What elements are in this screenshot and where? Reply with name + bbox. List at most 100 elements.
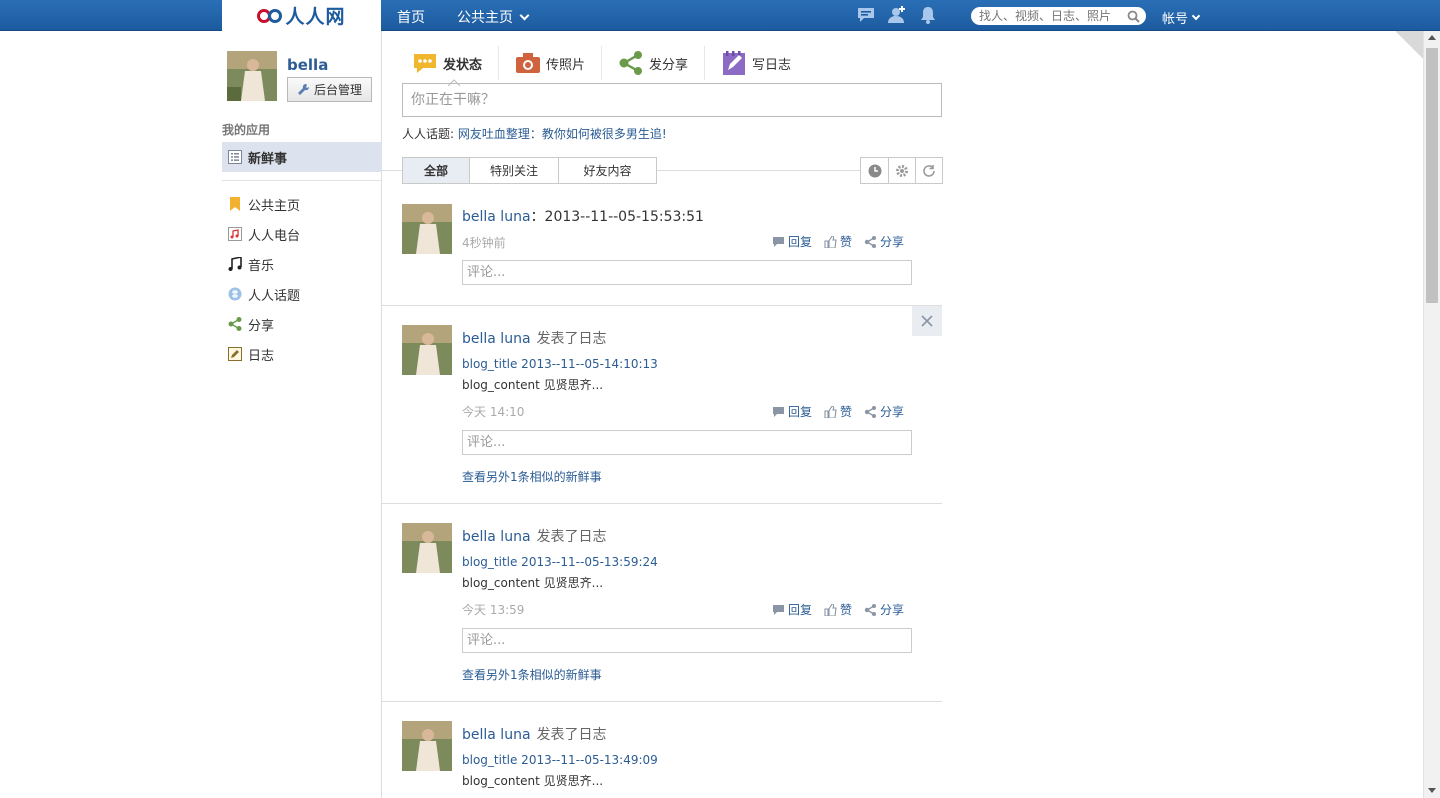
account-menu[interactable]: 帐号 bbox=[1162, 8, 1201, 27]
sidebar-item-radio[interactable]: 人人电台 bbox=[222, 219, 382, 249]
tab-write-blog[interactable]: 写日志 bbox=[704, 46, 807, 80]
notification-bell-icon[interactable] bbox=[918, 6, 938, 24]
admin-manage-button[interactable]: 后台管理 bbox=[287, 77, 372, 102]
tab-upload-photo[interactable]: 传照片 bbox=[498, 46, 601, 80]
camera-icon bbox=[516, 53, 541, 73]
messages-icon[interactable] bbox=[856, 6, 876, 24]
account-label: 帐号 bbox=[1162, 12, 1189, 27]
author-line: bella luna 发表了日志 bbox=[462, 526, 607, 546]
settings-button[interactable] bbox=[888, 158, 915, 183]
publisher-tabs: 发状态 传照片 发分享 写日志 bbox=[402, 46, 807, 80]
comment-input[interactable]: 评论... bbox=[462, 260, 912, 285]
tab-label: 发分享 bbox=[649, 57, 689, 73]
timeline-button[interactable] bbox=[861, 158, 888, 183]
sidebar-item-share[interactable]: 分享 bbox=[222, 309, 382, 339]
like-button[interactable]: 赞 bbox=[824, 233, 852, 250]
sidebar-item-blog[interactable]: 日志 bbox=[222, 339, 382, 369]
topic-icon bbox=[228, 287, 242, 301]
like-label: 赞 bbox=[840, 603, 853, 617]
author-name[interactable]: bella luna bbox=[462, 331, 531, 347]
topic-link[interactable]: 网友吐血整理：教你如何被很多男生追! bbox=[458, 127, 667, 141]
author-line: bella luna：2013--11--05-15:53:51 bbox=[462, 206, 704, 226]
author-avatar[interactable] bbox=[402, 325, 452, 375]
sidebar-item-topic[interactable]: 人人话题 bbox=[222, 279, 382, 309]
hide-feed-button[interactable] bbox=[912, 306, 942, 336]
left-sidebar: bella 后台管理 我的应用 新鲜事 公共主页 人人电台 音乐 人人话题 分享… bbox=[222, 31, 382, 798]
filter-all[interactable]: 全部 bbox=[403, 158, 469, 183]
comment-input[interactable]: 评论... bbox=[462, 430, 912, 455]
logo-text: 人人网 bbox=[285, 6, 346, 28]
profile-avatar[interactable] bbox=[227, 51, 277, 101]
nav-public-page-menu[interactable]: 公共主页 bbox=[457, 7, 530, 27]
bookmark-icon bbox=[230, 197, 240, 211]
share-label: 分享 bbox=[880, 405, 905, 419]
sidebar-item-public-page[interactable]: 公共主页 bbox=[222, 189, 382, 219]
feed-item: bella luna：2013--11--05-15:53:51 4秒钟前 回复… bbox=[382, 187, 942, 306]
like-label: 赞 bbox=[840, 405, 853, 419]
comment-icon bbox=[773, 406, 784, 417]
similar-feeds-link[interactable]: 查看另外1条相似的新鲜事 bbox=[462, 666, 602, 683]
feed-action-text: 发表了日志 bbox=[536, 331, 607, 347]
author-avatar[interactable] bbox=[402, 204, 452, 254]
blog-title-link[interactable]: blog_title 2013--11--05-13:59:24 bbox=[462, 555, 658, 569]
status-input[interactable]: 你正在干嘛？ bbox=[402, 83, 942, 117]
search-icon[interactable] bbox=[1127, 10, 1140, 23]
sidebar-item-label: 分享 bbox=[248, 318, 275, 334]
author-name[interactable]: bella luna bbox=[462, 529, 531, 545]
filter-friend-content[interactable]: 好友内容 bbox=[558, 158, 656, 183]
search-input[interactable] bbox=[979, 7, 1122, 25]
author-avatar[interactable] bbox=[402, 721, 452, 771]
reply-label: 回复 bbox=[788, 405, 813, 419]
sidebar-item-label: 人人电台 bbox=[248, 228, 301, 244]
reply-button[interactable]: 回复 bbox=[772, 233, 812, 250]
refresh-icon bbox=[923, 164, 935, 177]
refresh-button[interactable] bbox=[915, 158, 942, 183]
sidebar-item-news-feed[interactable]: 新鲜事 bbox=[222, 142, 382, 172]
like-button[interactable]: 赞 bbox=[824, 403, 852, 420]
author-avatar[interactable] bbox=[402, 523, 452, 573]
blog-title-link[interactable]: blog_title 2013--11--05-14:10:13 bbox=[462, 357, 658, 371]
sidebar-item-music[interactable]: 音乐 bbox=[222, 249, 382, 279]
radio-icon bbox=[228, 227, 242, 241]
blog-title-link[interactable]: blog_title 2013--11--05-13:49:09 bbox=[462, 753, 658, 767]
sidebar-item-label: 公共主页 bbox=[248, 198, 301, 214]
filter-special-follow[interactable]: 特别关注 bbox=[469, 158, 558, 183]
feed-actions: 回复 赞 分享 bbox=[772, 233, 904, 250]
chevron-down-icon bbox=[1191, 11, 1201, 20]
scroll-down-arrow-icon[interactable] bbox=[1428, 788, 1436, 793]
comment-input[interactable]: 评论... bbox=[462, 628, 912, 653]
reply-button[interactable]: 回复 bbox=[772, 601, 812, 618]
tab-share[interactable]: 发分享 bbox=[601, 46, 704, 80]
share-icon bbox=[864, 405, 877, 418]
reply-button[interactable]: 回复 bbox=[772, 403, 812, 420]
feed-filters: 全部 特别关注 好友内容 bbox=[402, 157, 657, 184]
feed-item: bella luna 发表了日志 blog_title 2013--11--05-… bbox=[382, 702, 942, 798]
tab-post-status[interactable]: 发状态 bbox=[402, 46, 498, 80]
blog-excerpt: blog_content 见贤思齐... bbox=[462, 378, 604, 392]
vertical-scrollbar[interactable] bbox=[1423, 31, 1440, 798]
scroll-thumb[interactable] bbox=[1426, 48, 1438, 303]
friend-request-icon[interactable] bbox=[886, 6, 906, 24]
chevron-down-icon bbox=[519, 10, 530, 20]
share-button[interactable]: 分享 bbox=[864, 233, 904, 250]
share-button[interactable]: 分享 bbox=[864, 403, 904, 420]
feed-action-text: 发表了日志 bbox=[536, 727, 607, 743]
author-name[interactable]: bella luna bbox=[462, 209, 531, 225]
share-label: 分享 bbox=[880, 235, 905, 249]
profile-name[interactable]: bella bbox=[287, 56, 328, 74]
page-corner-fold[interactable] bbox=[1395, 31, 1423, 59]
post-time: 今天 14:10 bbox=[462, 405, 525, 419]
like-button[interactable]: 赞 bbox=[824, 601, 852, 618]
comment-icon bbox=[773, 236, 784, 247]
nav-public-page-label: 公共主页 bbox=[457, 10, 513, 26]
close-icon bbox=[921, 315, 933, 327]
scroll-up-arrow-icon[interactable] bbox=[1428, 35, 1436, 40]
similar-feeds-link[interactable]: 查看另外1条相似的新鲜事 bbox=[462, 468, 602, 485]
wrench-icon bbox=[297, 83, 309, 95]
share-button[interactable]: 分享 bbox=[864, 601, 904, 618]
tab-label: 写日志 bbox=[752, 57, 792, 73]
author-name[interactable]: bella luna bbox=[462, 727, 531, 743]
renren-logo[interactable]: 人人网 bbox=[222, 0, 381, 31]
nav-home-link[interactable]: 首页 bbox=[397, 7, 425, 27]
blog-excerpt: blog_content 见贤思齐... bbox=[462, 576, 604, 590]
